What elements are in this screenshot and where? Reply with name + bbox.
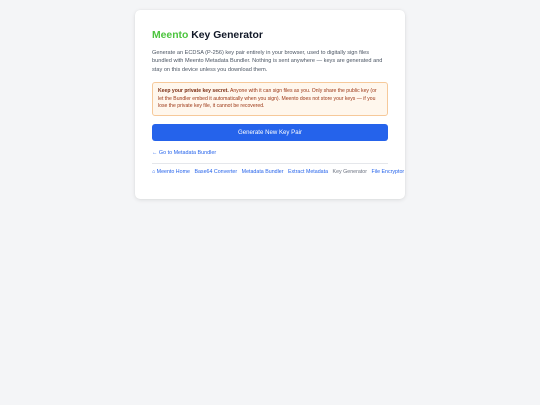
nav-link-extract-metadata[interactable]: Extract Metadata <box>288 169 328 175</box>
nav-link-meento-home[interactable]: ⌂ Meento Home <box>152 169 190 175</box>
footer-nav: ⌂ Meento Home Base64 Converter Metadata Bu… <box>152 168 404 178</box>
warning-heading: Keep your private key secret. <box>158 87 229 94</box>
nav-current-key-generator: Key Generator <box>332 169 367 175</box>
page-description: Generate an ECDSA (P-256) key pair entir… <box>152 50 383 73</box>
private-key-warning: Keep your private key secret. Anyone wit… <box>152 81 388 116</box>
page-title-text: Key Generator <box>191 30 263 41</box>
nav-link-file-encryptor[interactable]: File Encryptor <box>371 169 404 175</box>
nav-link-metadata-bundler[interactable]: Metadata Bundler <box>242 169 284 175</box>
divider <box>152 163 388 164</box>
brand-name: Meento <box>152 30 189 41</box>
generate-key-pair-button[interactable]: Generate New Key Pair <box>152 124 388 141</box>
key-generator-card: Meento Key Generator Generate an ECDSA (… <box>135 10 405 199</box>
nav-link-base64-converter[interactable]: Base64 Converter <box>194 169 237 175</box>
page-title: Meento Key Generator <box>152 29 388 42</box>
back-to-bundler-link[interactable]: ← Go to Metadata Bundler <box>152 150 216 157</box>
